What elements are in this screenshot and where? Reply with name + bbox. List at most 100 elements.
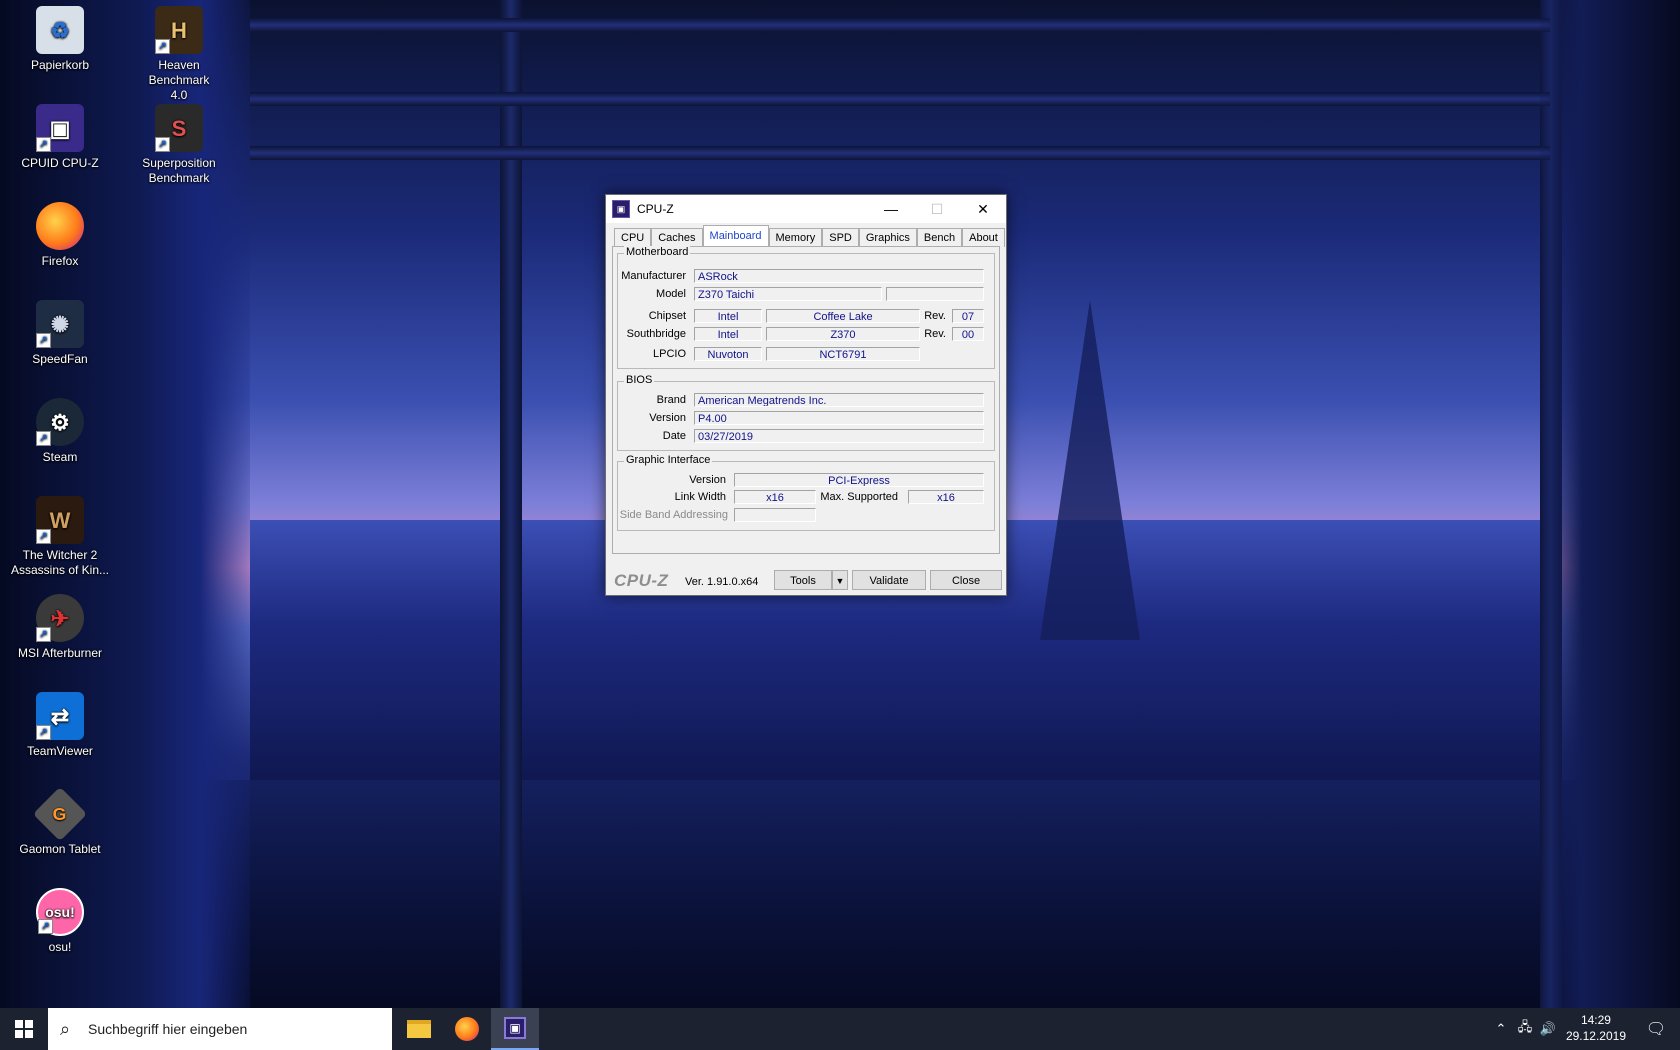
steam-icon: ⚙ ↗ (36, 398, 84, 446)
southbridge-label: Southbridge (626, 328, 686, 340)
chipset-vendor-value: Intel (694, 309, 762, 323)
search-icon: ⌕ (60, 1018, 71, 1039)
desktop-icon-label: Papierkorb (30, 58, 90, 72)
tab-spd[interactable]: SPD (822, 228, 859, 247)
side-band-addressing-label: Side Band Addressing (619, 509, 728, 521)
tools-dropdown-arrow-icon[interactable]: ▼ (832, 570, 848, 590)
taskbar-cpuz[interactable]: ▣ (491, 1008, 539, 1050)
volume-icon[interactable]: 🔊 (1537, 1008, 1559, 1050)
taskbar-firefox[interactable] (443, 1008, 491, 1050)
bios-version-label: Version (649, 412, 686, 424)
tab-bench[interactable]: Bench (916, 228, 963, 247)
desktop-icon-label: The Witcher 2 Assassins of Kin... (10, 548, 110, 577)
cpuz-icon: ▣ (504, 1017, 526, 1039)
desktop-icon-osu[interactable]: osu! ↗ osu! (11, 882, 109, 955)
tab-cpu[interactable]: CPU (614, 228, 652, 247)
desktop-icon-firefox[interactable]: Firefox (11, 196, 109, 269)
desktop-icon-label: Steam (42, 450, 78, 464)
tab-graphics[interactable]: Graphics (858, 228, 917, 247)
southbridge-rev-label: Rev. (924, 328, 946, 340)
firefox-icon (36, 202, 84, 250)
gaomon-tablet-icon: G (32, 786, 88, 842)
wallpaper-window-frame (250, 92, 1550, 106)
motherboard-group: Motherboard Manufacturer ASRock Model Z3… (617, 246, 995, 369)
minimize-button[interactable]: — (868, 195, 914, 223)
network-icon[interactable]: 🖧 (1514, 1008, 1536, 1050)
bios-date-value: 03/27/2019 (694, 429, 984, 443)
tab-bar: CPU Caches Mainboard Memory SPD Graphics… (614, 225, 1005, 247)
tab-caches[interactable]: Caches (651, 228, 703, 247)
link-width-label: Link Width (674, 491, 726, 503)
shortcut-arrow-icon: ↗ (36, 627, 51, 642)
desktop-icon-cpuz[interactable]: ▣ ↗ CPUID CPU-Z (11, 98, 109, 171)
title-bar[interactable]: ▣ CPU-Z — ☐ ✕ (606, 195, 1006, 223)
clock-time: 14:29 (1580, 1013, 1611, 1027)
chipset-rev-label: Rev. (924, 310, 946, 322)
wallpaper-eiffel-tower (1040, 300, 1140, 640)
superposition-benchmark-icon: S ↗ (155, 104, 203, 152)
desktop-icon-msi-afterburner[interactable]: ✈ ↗ MSI Afterburner (11, 588, 109, 661)
window-title: CPU-Z (637, 202, 674, 216)
desktop-icon-gaomon-tablet[interactable]: G Gaomon Tablet (11, 784, 109, 857)
manufacturer-label: Manufacturer (621, 270, 686, 282)
shortcut-arrow-icon: ↗ (36, 529, 51, 544)
desktop-icon-superposition[interactable]: S ↗ Superposition Benchmark (130, 98, 228, 186)
teamviewer-icon: ⇄ ↗ (36, 692, 84, 740)
windows-logo-icon (15, 1020, 33, 1038)
desktop-icon-label: Gaomon Tablet (19, 842, 101, 856)
side-band-addressing-value (734, 508, 816, 522)
desktop-icon-witcher2[interactable]: W ↗ The Witcher 2 Assassins of Kin... (5, 490, 115, 578)
bios-brand-value: American Megatrends Inc. (694, 393, 984, 407)
notifications-icon[interactable]: 🗨 (1636, 1008, 1676, 1050)
motherboard-legend: Motherboard (624, 246, 691, 258)
desktop-icon-label: MSI Afterburner (17, 646, 103, 660)
recycle-bin-icon: ♻ (36, 6, 84, 54)
wallpaper-bookshelf (1540, 0, 1680, 1008)
max-supported-value: x16 (908, 490, 984, 504)
bios-version-value: P4.00 (694, 411, 984, 425)
shortcut-arrow-icon: ↗ (36, 431, 51, 446)
model-value: Z370 Taichi (694, 287, 882, 301)
close-button[interactable]: Close (930, 570, 1002, 590)
desktop-icon-label: TeamViewer (27, 744, 93, 758)
taskbar-search-box[interactable]: ⌕ Suchbegriff hier eingeben (48, 1008, 392, 1050)
tab-about[interactable]: About (962, 228, 1005, 247)
show-hidden-icons-chevron-icon[interactable]: ⌃ (1490, 1008, 1512, 1050)
bios-group: BIOS Brand American Megatrends Inc. Vers… (617, 374, 995, 451)
folder-icon (407, 1020, 431, 1038)
tab-memory[interactable]: Memory (768, 228, 823, 247)
version-text: Ver. 1.91.0.x64 (685, 576, 759, 588)
desktop-icon-label: osu! (48, 940, 72, 954)
graphic-interface-group: Graphic Interface Version PCI-Express Li… (617, 454, 995, 531)
desktop-icon-steam[interactable]: ⚙ ↗ Steam (11, 392, 109, 465)
wallpaper-window-frame (250, 18, 1550, 32)
desktop-icon-heaven-benchmark[interactable]: H ↗ Heaven Benchmark 4.0 (130, 0, 228, 103)
desktop-icon-papierkorb[interactable]: ♻ Papierkorb (11, 0, 109, 73)
taskbar: ⌕ Suchbegriff hier eingeben ▣ ⌃ 🖧 🔊 14:2… (0, 1008, 1680, 1050)
desktop-icon-teamviewer[interactable]: ⇄ ↗ TeamViewer (11, 686, 109, 759)
shortcut-arrow-icon: ↗ (36, 333, 51, 348)
desktop-icon-speedfan[interactable]: ✺ ↗ SpeedFan (11, 294, 109, 367)
validate-button[interactable]: Validate (852, 570, 926, 590)
start-button[interactable] (0, 1008, 48, 1050)
cpuz-app-icon: ▣ (612, 200, 630, 218)
close-window-button[interactable]: ✕ (960, 195, 1006, 223)
taskbar-clock[interactable]: 14:29 29.12.2019 (1566, 1012, 1626, 1044)
cpuz-icon: ▣ ↗ (36, 104, 84, 152)
max-supported-label: Max. Supported (820, 491, 898, 503)
model-label: Model (656, 288, 686, 300)
cpuz-logo: CPU-Z (614, 571, 669, 590)
tools-button[interactable]: Tools (774, 570, 832, 590)
model-extra-value (886, 287, 984, 301)
wallpaper-window-frame (250, 146, 1550, 160)
manufacturer-value: ASRock (694, 269, 984, 283)
mainboard-panel: Motherboard Manufacturer ASRock Model Z3… (612, 246, 1000, 554)
southbridge-rev-value: 00 (952, 327, 984, 341)
taskbar-file-explorer[interactable] (395, 1008, 443, 1050)
shortcut-arrow-icon: ↗ (38, 919, 53, 934)
graphic-interface-legend: Graphic Interface (624, 454, 713, 466)
clock-date: 29.12.2019 (1565, 1029, 1626, 1043)
osu-icon: osu! ↗ (36, 888, 84, 936)
desktop-icon-label: Superposition Benchmark (142, 156, 216, 185)
tab-mainboard[interactable]: Mainboard (702, 225, 769, 247)
